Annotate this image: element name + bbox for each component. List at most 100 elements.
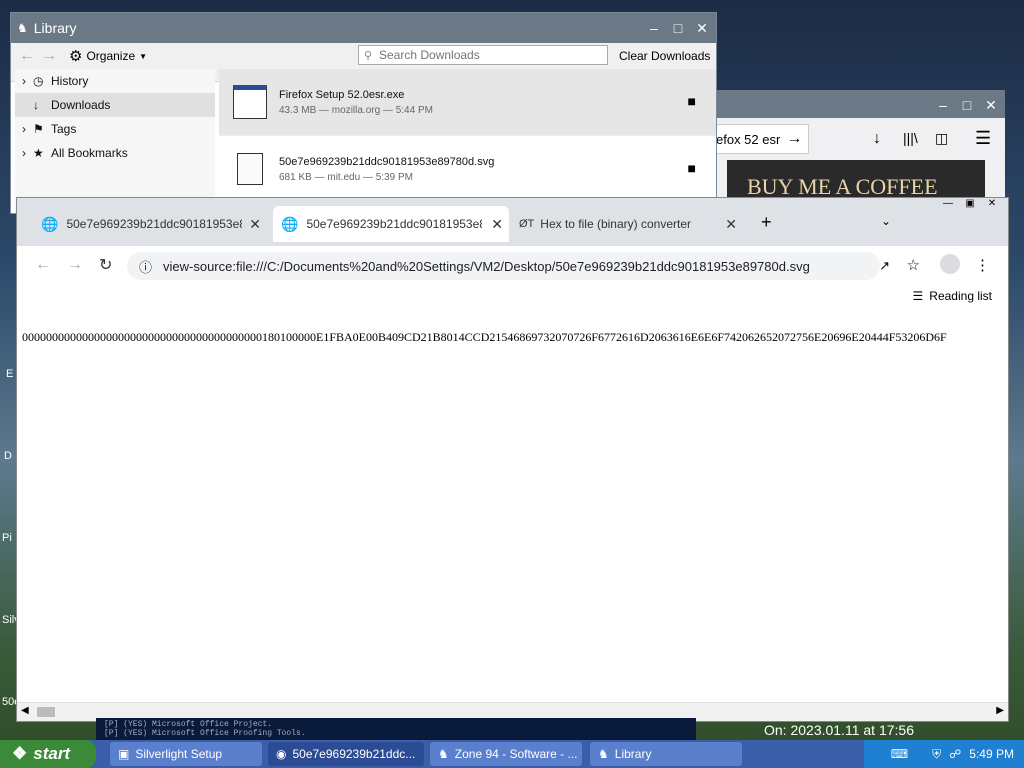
close-icon[interactable]: ✕ bbox=[981, 96, 1001, 114]
close-tab-icon[interactable]: ✕ bbox=[249, 216, 261, 233]
forward-arrow-icon[interactable]: → bbox=[41, 47, 57, 65]
keyboard-icon[interactable]: ⌨ bbox=[891, 747, 908, 761]
more-menu-icon[interactable]: ⋮ bbox=[975, 256, 990, 274]
back-arrow-icon[interactable]: ← bbox=[19, 47, 35, 65]
restore-icon[interactable]: ▣ bbox=[960, 198, 980, 212]
shield-icon[interactable]: ⛨ bbox=[932, 747, 941, 762]
scroll-thumb[interactable] bbox=[37, 707, 55, 717]
minimize-icon[interactable]: — bbox=[938, 198, 958, 212]
desktop-icon-label-3[interactable]: Pi bbox=[2, 532, 12, 544]
tab-search-chevron-icon[interactable]: ⌄ bbox=[881, 214, 891, 228]
tab-source-2[interactable]: 🌐 50e7e969239b21ddc90181953e897 ✕ bbox=[273, 206, 509, 242]
chevron-down-icon: ▼ bbox=[139, 51, 148, 61]
firefox-urlbar[interactable]: efox 52 esr → bbox=[715, 124, 809, 154]
clear-downloads-button[interactable]: Clear Downloads bbox=[619, 49, 710, 63]
share-icon[interactable]: ↗ bbox=[879, 258, 890, 274]
task-silverlight[interactable]: ▣ Silverlight Setup bbox=[110, 742, 262, 766]
sidebar-item-label: History bbox=[51, 74, 89, 88]
star-icon[interactable]: ☆ bbox=[907, 256, 920, 274]
reload-icon[interactable]: ↻ bbox=[99, 255, 112, 275]
downloads-list: Firefox Setup 52.0esr.exe 43.3 MB — mozi… bbox=[219, 69, 716, 213]
sidebar-item-tags[interactable]: › ⚑ Tags bbox=[15, 117, 215, 141]
desktop-icon-label-2[interactable]: D bbox=[4, 450, 12, 462]
folder-icon[interactable]: ■ bbox=[688, 93, 696, 109]
go-arrow-icon[interactable]: → bbox=[786, 130, 802, 148]
firefox-icon: ♞ bbox=[438, 747, 449, 761]
expand-arrow-icon[interactable]: › bbox=[15, 122, 33, 136]
search-downloads-input[interactable] bbox=[358, 45, 608, 65]
scroll-right-icon[interactable]: ▶ bbox=[996, 705, 1004, 716]
reading-list-button[interactable]: ☰ Reading list bbox=[913, 289, 992, 303]
star-icon: ★ bbox=[33, 146, 44, 160]
download-name: Firefox Setup 52.0esr.exe bbox=[279, 88, 405, 101]
chrome-window[interactable]: 🌐 50e7e969239b21ddc90181953e897 ✕ 🌐 50e7… bbox=[16, 197, 1009, 722]
scroll-left-icon[interactable]: ◀ bbox=[21, 705, 29, 716]
minimize-icon[interactable]: – bbox=[933, 96, 953, 114]
close-icon[interactable]: ✕ bbox=[692, 19, 712, 37]
maximize-icon[interactable]: □ bbox=[668, 19, 688, 37]
sidebar-item-history[interactable]: › ◷ History bbox=[15, 69, 215, 93]
network-icon[interactable]: ☍ bbox=[949, 747, 961, 761]
page-content: 0000000000000000000000000000000000000000… bbox=[17, 308, 1008, 703]
sidebar-item-label: Tags bbox=[51, 122, 77, 136]
sidebar-item-label: All Bookmarks bbox=[51, 146, 128, 160]
clock[interactable]: 5:49 PM bbox=[969, 747, 1014, 761]
installer-icon: ▣ bbox=[118, 747, 130, 761]
task-library[interactable]: ♞ Library bbox=[590, 742, 742, 766]
sidebar-icon[interactable]: ◫ bbox=[935, 130, 948, 147]
url-text: view-source:file:///C:/Documents%20and%2… bbox=[163, 258, 810, 274]
site-favicon: ØT bbox=[519, 218, 535, 230]
exe-file-icon bbox=[233, 85, 267, 119]
sidebar-item-all-bookmarks[interactable]: › ★ All Bookmarks bbox=[15, 141, 215, 165]
reading-list-label: Reading list bbox=[929, 289, 992, 303]
tab-source-1[interactable]: 🌐 50e7e969239b21ddc90181953e897 ✕ bbox=[35, 206, 267, 242]
expand-arrow-icon[interactable]: › bbox=[15, 146, 33, 160]
library-titlebar[interactable]: ♞ Library – □ ✕ bbox=[11, 13, 716, 43]
desktop-icon-label-1[interactable]: E bbox=[6, 368, 13, 380]
close-tab-icon[interactable]: ✕ bbox=[725, 216, 737, 233]
clock-icon: ◷ bbox=[33, 74, 44, 88]
globe-icon: 🌐 bbox=[281, 215, 299, 232]
menu-icon[interactable]: ☰ bbox=[975, 128, 991, 149]
expand-arrow-icon[interactable]: › bbox=[15, 74, 33, 88]
folder-icon[interactable]: ■ bbox=[688, 160, 696, 176]
console-line: [P] (YES) Microsoft Office Project. bbox=[104, 720, 273, 729]
list-item[interactable]: 50e7e969239b21ddc90181953e89780d.svg 681… bbox=[219, 136, 716, 203]
forward-arrow-icon[interactable]: → bbox=[67, 256, 83, 274]
info-icon[interactable]: ⓘ bbox=[139, 257, 152, 276]
list-item[interactable]: Firefox Setup 52.0esr.exe 43.3 MB — mozi… bbox=[219, 69, 716, 136]
maximize-icon[interactable]: □ bbox=[957, 96, 977, 114]
download-name: 50e7e969239b21ddc90181953e89780d.svg bbox=[279, 155, 495, 168]
buy-me-a-coffee-banner[interactable]: BUY ME A COFFEE bbox=[727, 160, 985, 200]
start-button[interactable]: ❖ start bbox=[0, 740, 96, 768]
minimize-icon[interactable]: – bbox=[644, 19, 664, 37]
firefox-titlebar[interactable]: – □ ✕ bbox=[715, 90, 1005, 118]
windows-logo-icon: ❖ bbox=[12, 744, 28, 763]
profile-avatar[interactable] bbox=[940, 254, 960, 274]
task-label: Silverlight Setup bbox=[135, 747, 223, 761]
download-icon: ↓ bbox=[33, 98, 39, 112]
console-window: [P] (YES) Microsoft Office Project. [P] … bbox=[96, 718, 696, 740]
task-chrome[interactable]: ◉ 50e7e969239b21ddc... bbox=[268, 742, 424, 766]
close-tab-icon[interactable]: ✕ bbox=[491, 216, 503, 233]
library-icon[interactable]: |||\ bbox=[903, 130, 918, 146]
url-field[interactable]: ⓘ view-source:file:///C:/Documents%20and… bbox=[127, 252, 880, 280]
start-label: start bbox=[33, 744, 71, 763]
sidebar-item-label: Downloads bbox=[51, 98, 111, 112]
task-firefox[interactable]: ♞ Zone 94 - Software - ... bbox=[430, 742, 582, 766]
tab-strip: 🌐 50e7e969239b21ddc90181953e897 ✕ 🌐 50e7… bbox=[17, 198, 1008, 246]
downloads-icon[interactable]: ↓ bbox=[873, 130, 881, 148]
library-window[interactable]: ♞ Library – □ ✕ ← → ⚙ Organize ▼ ⚲ Clear… bbox=[10, 12, 717, 214]
tab-hex-converter[interactable]: ØT Hex to file (binary) converter ✕ bbox=[513, 206, 743, 242]
address-bar: ← → ↻ ⓘ view-source:file:///C:/Documents… bbox=[17, 246, 1008, 286]
sidebar-item-downloads[interactable]: ↓ Downloads bbox=[15, 93, 215, 117]
download-meta: 43.3 MB — mozilla.org — 5:44 PM bbox=[279, 104, 433, 116]
new-tab-icon[interactable]: + bbox=[761, 212, 772, 233]
organize-button[interactable]: ⚙ Organize ▼ bbox=[69, 47, 147, 65]
back-arrow-icon[interactable]: ← bbox=[35, 256, 51, 274]
source-text: 0000000000000000000000000000000000000000… bbox=[22, 330, 947, 344]
search-icon: ⚲ bbox=[364, 50, 373, 62]
reading-list-icon: ☰ bbox=[912, 289, 924, 303]
task-label: Zone 94 - Software - ... bbox=[454, 747, 578, 761]
close-icon[interactable]: ✕ bbox=[982, 198, 1002, 212]
